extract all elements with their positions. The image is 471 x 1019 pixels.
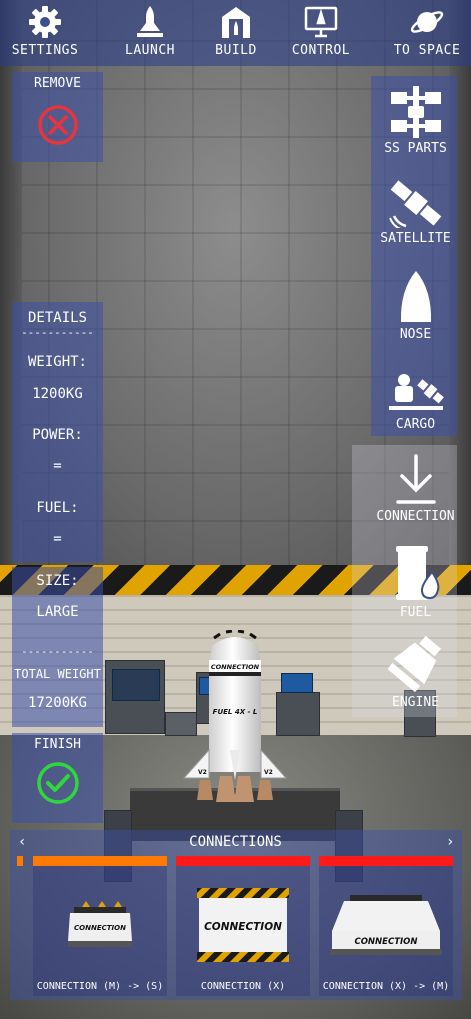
cargo-icon bbox=[388, 374, 444, 410]
monitor-icon bbox=[303, 4, 339, 40]
remove-x-icon bbox=[38, 105, 78, 145]
download-arrow-icon bbox=[395, 454, 436, 504]
details-divider: ----------- bbox=[21, 326, 94, 339]
power-label: POWER: bbox=[32, 427, 83, 443]
part-name: CONNECTION (X) -> (M) bbox=[322, 981, 450, 992]
satellite-icon bbox=[388, 180, 441, 228]
part-card-bar bbox=[319, 856, 453, 866]
power-value: = bbox=[53, 458, 62, 474]
details-title: DETAILS bbox=[27, 310, 87, 326]
remove-button[interactable]: REMOVE bbox=[12, 72, 103, 162]
rocket-badge-right: V2 bbox=[264, 769, 273, 776]
size-value: LARGE bbox=[36, 604, 79, 620]
fuel-value: = bbox=[53, 531, 62, 547]
satellite-label: SATELLITE bbox=[380, 231, 451, 246]
fuel-button[interactable]: FUEL bbox=[363, 544, 468, 620]
fuel-tank-icon bbox=[395, 546, 439, 600]
details-panel: DETAILS ----------- WEIGHT: 1200KG POWER… bbox=[12, 302, 103, 562]
part-name: CONNECTION (X) bbox=[200, 981, 286, 992]
part-card[interactable]: CONNECTION CONNECTION (X) -> (M) bbox=[319, 856, 453, 996]
build-label: BUILD bbox=[215, 43, 257, 58]
fuel-label: FUEL: bbox=[36, 500, 79, 516]
ss-parts-label: SS PARTS bbox=[384, 141, 447, 156]
finish-label: FINISH bbox=[34, 737, 81, 752]
connection-category-label: CONNECTION bbox=[376, 509, 455, 524]
connections-title: CONNECTIONS bbox=[189, 834, 282, 850]
cargo-label: CARGO bbox=[395, 417, 436, 432]
launch-icon bbox=[132, 4, 168, 40]
engine-icon bbox=[387, 635, 441, 692]
part-image-label: CONNECTION bbox=[354, 937, 417, 947]
planet-icon bbox=[409, 4, 445, 40]
rocket-connection-label: CONNECTION bbox=[211, 663, 260, 671]
ss-parts-button[interactable]: SS PARTS bbox=[363, 86, 468, 156]
nose-cone-icon bbox=[400, 271, 431, 322]
part-image: CONNECTION bbox=[319, 886, 453, 966]
checkmark-icon bbox=[37, 762, 79, 804]
part-image-label: CONNECTION bbox=[74, 924, 126, 932]
build-button[interactable]: BUILD bbox=[208, 4, 264, 64]
part-name: CONNECTION (M) -> (S) bbox=[36, 981, 164, 992]
rocket-fuel-label: FUEL 4X - L bbox=[213, 708, 258, 716]
weight-value: 1200KG bbox=[32, 386, 83, 402]
fuel-label: FUEL bbox=[399, 605, 432, 620]
settings-label: SETTINGS bbox=[11, 43, 79, 58]
size-label: SIZE: bbox=[36, 573, 79, 589]
weight-label: WEIGHT: bbox=[27, 354, 87, 370]
remove-label: REMOVE bbox=[34, 76, 81, 91]
part-image-label: CONNECTION bbox=[204, 921, 282, 933]
total-weight-label: TOTAL WEIGHT bbox=[14, 667, 101, 681]
launch-button[interactable]: LAUNCH bbox=[120, 4, 180, 64]
to-space-label: TO SPACE bbox=[393, 43, 461, 58]
finish-button[interactable]: FINISH bbox=[12, 733, 103, 823]
hangar-icon bbox=[218, 4, 254, 40]
engine-label: ENGINE bbox=[392, 695, 439, 710]
space-station-icon bbox=[390, 86, 441, 138]
rocket-badge-left: V2 bbox=[198, 769, 207, 776]
details-panel-lower: SIZE: LARGE ----------- TOTAL WEIGHT 172… bbox=[12, 567, 103, 727]
nose-button[interactable]: NOSE bbox=[363, 270, 468, 342]
part-image: CONNECTION bbox=[176, 886, 310, 966]
part-card[interactable]: CONNECTION CONNECTION (X) bbox=[176, 856, 310, 996]
rocket-model[interactable]: CONNECTION FUEL 4X - L V2 V2 bbox=[180, 630, 290, 810]
launch-label: LAUNCH bbox=[125, 43, 175, 58]
tray-edge-bar bbox=[17, 856, 23, 866]
gear-icon bbox=[27, 4, 63, 40]
settings-button[interactable]: SETTINGS bbox=[12, 4, 78, 64]
cargo-button[interactable]: CARGO bbox=[363, 368, 468, 432]
control-label: CONTROL bbox=[291, 43, 351, 58]
part-card[interactable]: CONNECTION CONNECTION (M) -> (S) bbox=[33, 856, 167, 996]
total-weight-value: 17200KG bbox=[27, 695, 87, 711]
control-button[interactable]: CONTROL bbox=[290, 4, 352, 64]
engine-button[interactable]: ENGINE bbox=[363, 634, 468, 710]
satellite-button[interactable]: SATELLITE bbox=[363, 178, 468, 246]
left-control-console bbox=[105, 660, 165, 734]
part-card-bar bbox=[176, 856, 310, 866]
part-card-bar bbox=[33, 856, 167, 866]
part-image: CONNECTION bbox=[33, 886, 167, 966]
nose-label: NOSE bbox=[399, 327, 432, 342]
to-space-button[interactable]: TO SPACE bbox=[392, 4, 462, 64]
details-divider-2: ----------- bbox=[21, 645, 94, 658]
connection-category-button[interactable]: CONNECTION bbox=[363, 454, 468, 524]
